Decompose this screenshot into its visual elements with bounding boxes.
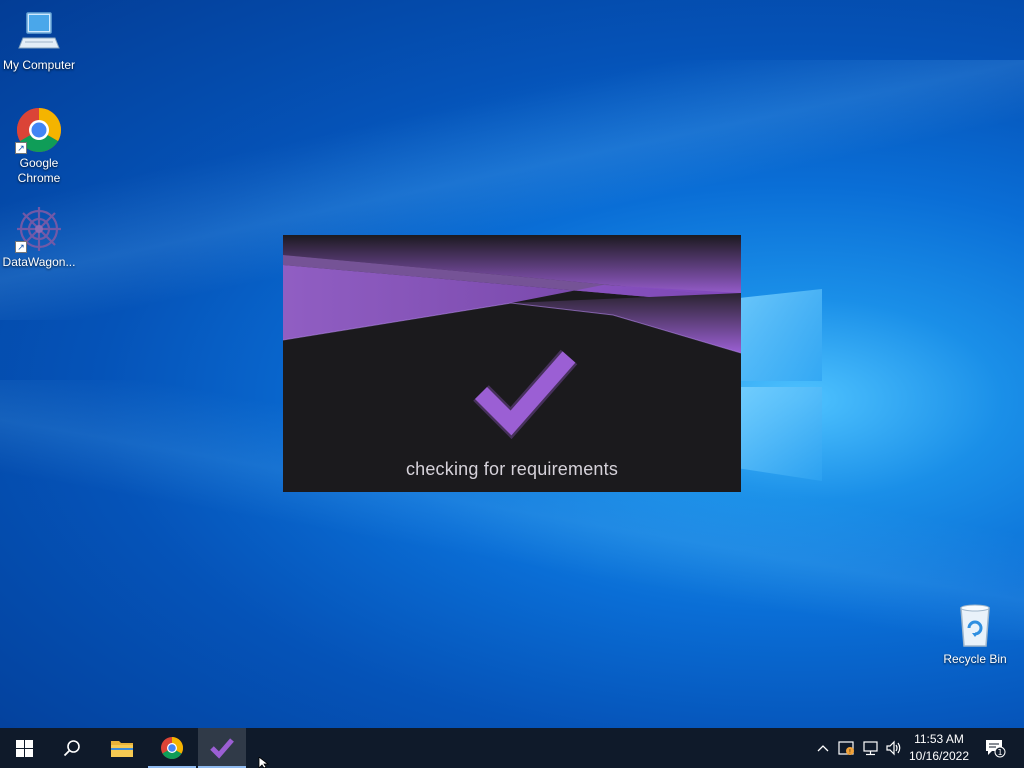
- volume-tray-button[interactable]: [883, 728, 905, 768]
- splash-status-text: checking for requirements: [405, 459, 619, 479]
- search-icon: [63, 740, 80, 757]
- search-button[interactable]: [48, 728, 96, 768]
- computer-icon: [15, 8, 63, 56]
- desktop-icon-label: DataWagon...: [2, 255, 76, 269]
- windows-wallpaper-logo: [730, 289, 822, 481]
- start-icon: [15, 739, 33, 757]
- desktop-icon-label: Recycle Bin: [943, 652, 1007, 666]
- volume-icon: [886, 740, 901, 756]
- network-icon: [863, 741, 878, 756]
- notification-icon: 1: [986, 740, 1006, 758]
- chevron-up-icon: [817, 745, 829, 752]
- chrome-taskbar-button[interactable]: [148, 728, 196, 768]
- splash-artwork: [283, 235, 741, 492]
- clock-time: 11:53 AM: [914, 732, 964, 746]
- taskbar: ! 11:53 AM 10/16/2022 1: [0, 728, 1024, 768]
- file-explorer-icon: [111, 741, 133, 757]
- security-icon: !: [838, 741, 854, 756]
- clock-date: 10/16/2022: [908, 749, 970, 763]
- datawagon-checkmark-icon: [210, 738, 234, 759]
- svg-text:!: !: [849, 749, 851, 756]
- desktop-icon-recycle-bin[interactable]: Recycle Bin: [937, 602, 1013, 667]
- datawagon-taskbar-button[interactable]: [198, 728, 246, 768]
- notification-count: 1: [997, 748, 1002, 757]
- file-explorer-button[interactable]: [98, 728, 146, 768]
- action-center-button[interactable]: 1: [980, 728, 1010, 768]
- clock[interactable]: 11:53 AM 10/16/2022: [904, 731, 974, 765]
- chrome-icon: ↗: [15, 106, 63, 154]
- desktop-icon-label: Google Chrome: [17, 156, 61, 185]
- show-hidden-icons-button[interactable]: [814, 728, 832, 768]
- desktop-icon-my-computer[interactable]: My Computer: [1, 8, 77, 73]
- network-tray-button[interactable]: [860, 728, 882, 768]
- chrome-icon: [161, 737, 183, 759]
- desktop-icon-label: My Computer: [2, 58, 76, 72]
- shortcut-arrow-icon: ↗: [15, 142, 27, 154]
- splash-screen: checking for requirements: [283, 235, 741, 492]
- recycle-bin-icon: [951, 602, 999, 650]
- desktop-icon-google-chrome[interactable]: ↗ Google Chrome: [1, 106, 77, 186]
- datawagon-icon: ↗: [15, 205, 63, 253]
- mouse-cursor: [258, 757, 270, 768]
- start-button[interactable]: [0, 728, 48, 768]
- shortcut-arrow-icon: ↗: [15, 241, 27, 253]
- security-tray-button[interactable]: !: [836, 728, 858, 768]
- desktop-icon-datawagon[interactable]: ↗ DataWagon...: [1, 205, 77, 270]
